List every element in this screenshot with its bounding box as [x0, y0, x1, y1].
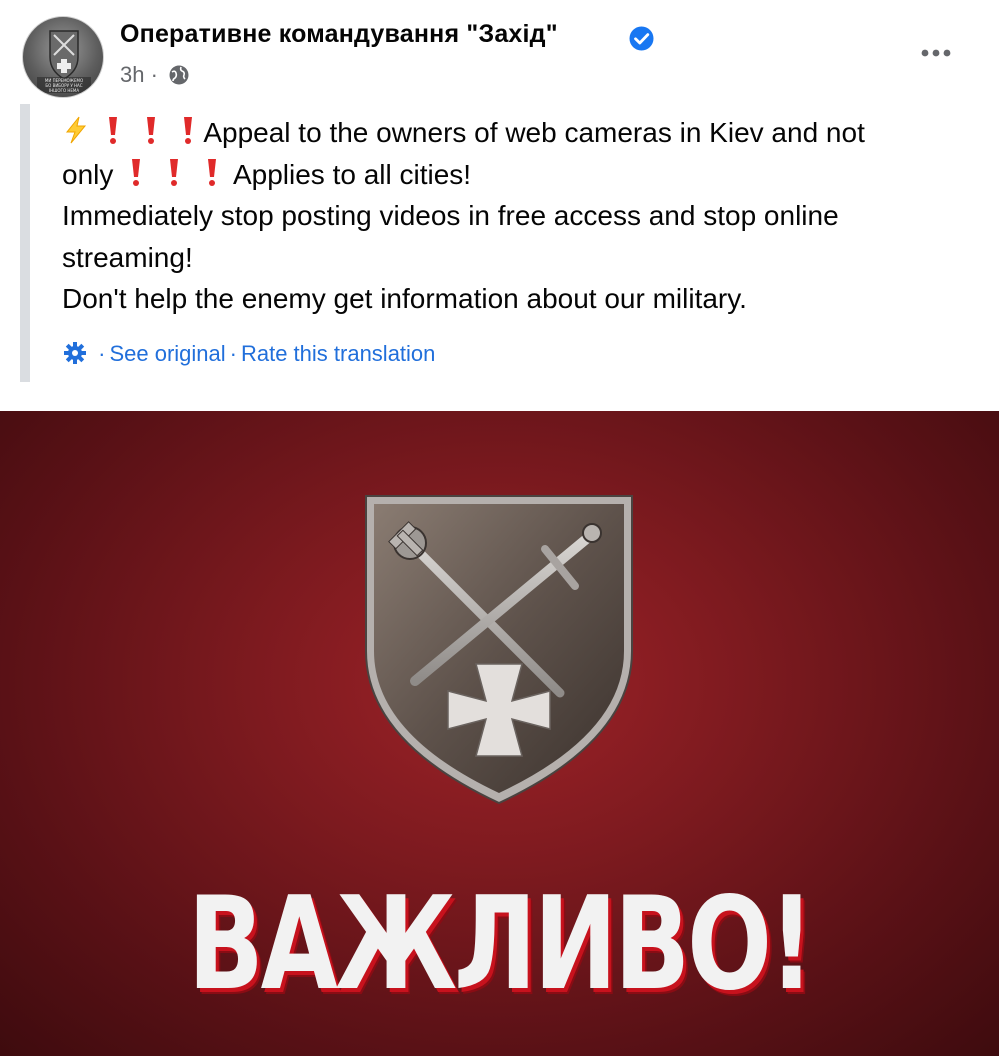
rate-translation-link[interactable]: Rate this translation: [241, 341, 435, 366]
meta-separator: ·: [150, 62, 158, 87]
post-timestamp[interactable]: 3h: [120, 62, 144, 87]
quote-bar: [20, 104, 30, 382]
post-header: МИ ПЕРЕМОЖЕМО БО ВИБОРУ У НАС ІНШОГО НЕМ…: [0, 0, 999, 104]
verified-badge-icon: [629, 26, 654, 51]
avatar-emblem-icon: МИ ПЕРЕМОЖЕМО БО ВИБОРУ У НАС ІНШОГО НЕМ…: [37, 30, 91, 93]
image-caption: ВАЖЛИВО!: [187, 870, 815, 1019]
see-original-link[interactable]: See original: [109, 341, 225, 366]
gear-icon[interactable]: [62, 340, 88, 366]
translation-separator: ·: [98, 341, 106, 366]
post-image[interactable]: ВАЖЛИВО!: [0, 411, 999, 1056]
exclamation-emoji: [146, 117, 155, 144]
globe-icon: [169, 65, 189, 85]
text-line-1-content: Appeal to the owners of web cameras in K…: [203, 117, 865, 148]
text-line-4: Don't help the enemy get information abo…: [62, 283, 747, 314]
text-line-2-word: only: [62, 158, 114, 190]
exclamation-emoji: [184, 117, 193, 144]
text-line-1: Appeal to the owners of web cameras in K…: [62, 112, 972, 154]
translation-separator: ·: [229, 341, 237, 366]
avatar-motto-3: ІНШОГО НЕМА: [49, 88, 79, 93]
post-meta: 3h ·: [120, 62, 190, 88]
ellipsis-icon[interactable]: [916, 38, 956, 68]
post-text: Appeal to the owners of web cameras in K…: [62, 112, 972, 320]
translation-row: · See original · Rate this translation: [62, 340, 435, 367]
zap-emoji: [65, 116, 87, 144]
exclamation-emoji: [169, 158, 178, 186]
page-name-link[interactable]: Оперативне командування "Захід": [120, 20, 558, 49]
text-line-2: only Applies to all cities!: [62, 154, 972, 196]
exclamation-emoji: [207, 158, 216, 186]
page-avatar[interactable]: МИ ПЕРЕМОЖЕМО БО ВИБОРУ У НАС ІНШОГО НЕМ…: [22, 16, 104, 98]
exclamation-emoji: [108, 117, 117, 144]
text-line-2-rest: Applies to all cities!: [232, 158, 472, 190]
exclamation-emoji: [132, 158, 141, 186]
text-line-3: Immediately stop posting videos in free …: [62, 200, 839, 273]
